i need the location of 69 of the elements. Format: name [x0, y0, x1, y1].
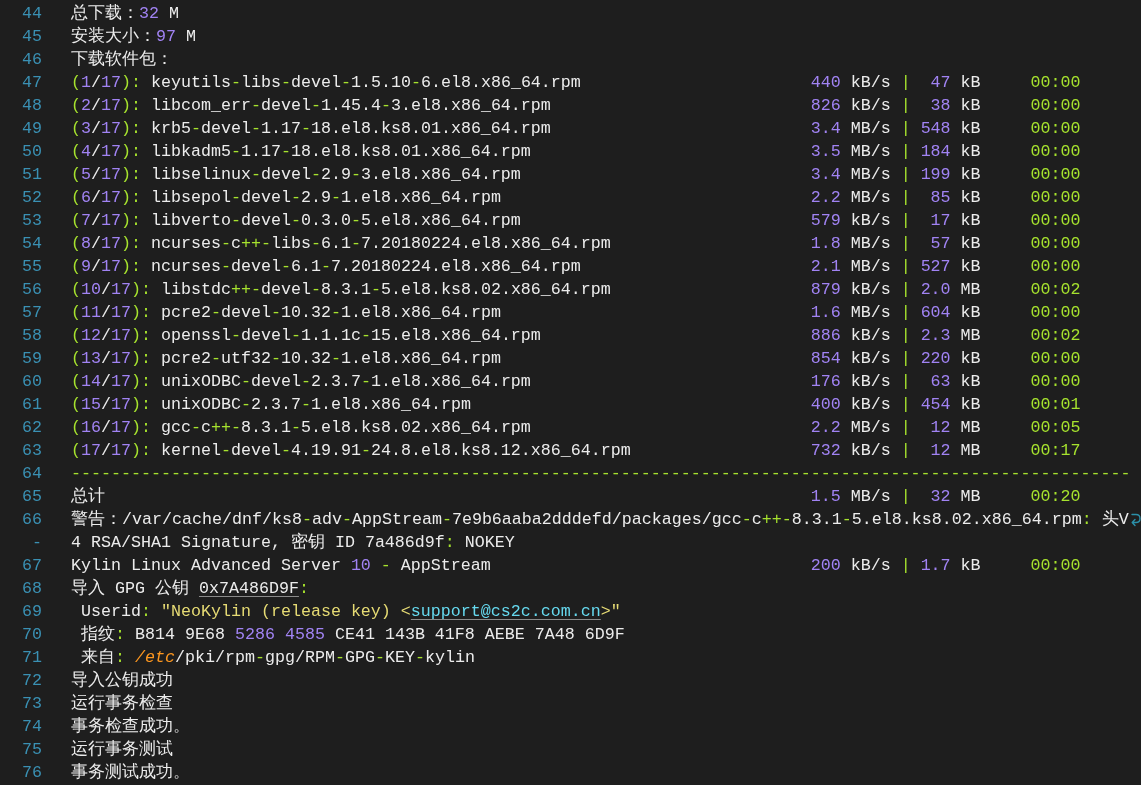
line-number: 52: [22, 187, 42, 209]
code-line: (10/17): libstdc++-devel-8.3.1-5.el8.ks8.02.x86_64.rpm 879 kB/s | 2.0 MB 00:02: [71, 279, 1081, 301]
code-line: (4/17): libkadm5-1.17-18.el8.ks8.01.x86_64.rpm 3.5 MB/s | 184 kB 00:00: [71, 141, 1081, 163]
line-number: 65: [22, 486, 42, 508]
code-line: (1/17): keyutils-libs-devel-1.5.10-6.el8.x86_64.rpm 440 kB/s | 47 kB 00:00: [71, 72, 1081, 94]
code-line: (5/17): libselinux-devel-2.9-3.el8.x86_64.rpm 3.4 MB/s | 199 kB 00:00: [71, 164, 1081, 186]
code-line: 4 RSA/SHA1 Signature, 密钥 ID 7a486d9f: NOKEY: [71, 531, 515, 554]
line-number: 66: [22, 509, 42, 531]
line-number: 44: [22, 3, 42, 25]
line-number: 48: [22, 95, 42, 117]
line-number: 72: [22, 670, 42, 692]
code-line: (6/17): libsepol-devel-2.9-1.el8.x86_64.rpm 2.2 MB/s | 85 kB 00:00: [71, 187, 1081, 209]
code-line: 指纹: B814 9E68 5286 4585 CE41 143B 41F8 AEBE 7A48 6D9F: [80, 624, 625, 646]
code-line: 运行事务测试: [71, 739, 173, 761]
line-number: 71: [22, 647, 42, 669]
line-number: 68: [22, 578, 42, 600]
line-number: 74: [22, 716, 42, 738]
code-line: 运行事务检查: [71, 693, 173, 715]
line-number: 67: [22, 555, 42, 577]
code-line: (11/17): pcre2-devel-10.32-1.el8.x86_64.rpm 1.6 MB/s | 604 kB 00:00: [71, 302, 1081, 324]
line-number: 60: [22, 371, 42, 393]
line-number: 50: [22, 141, 42, 163]
line-number: 54: [22, 233, 42, 255]
code-line: 安装大小：97 M: [71, 25, 196, 48]
code-line: 警告：/var/cache/dnf/ks8-adv-AppStream-7e9b6aaba2dddefd/packages/gcc-c++-8.3.1-5.el8.ks8.02.x86_64.rpm: 头V: [71, 509, 1129, 531]
code-line: (17/17): kernel-devel-4.19.91-24.8.el8.ks8.12.x86_64.rpm 732 kB/s | 12 MB 00:17: [71, 440, 1081, 462]
line-number: 75: [22, 739, 42, 761]
line-number: 45: [22, 26, 42, 48]
code-line: (13/17): pcre2-utf32-10.32-1.el8.x86_64.rpm 854 kB/s | 220 kB 00:00: [71, 348, 1081, 370]
code-line: ----------------------------------------------------------------------------------------------------------: [71, 463, 1131, 485]
line-number: 56: [22, 279, 42, 301]
line-number: 55: [22, 256, 42, 278]
code-line: 总下载：32 M: [71, 3, 179, 25]
code-line: (15/17): unixODBC-2.3.7-1.el8.x86_64.rpm 400 kB/s | 454 kB 00:01: [71, 394, 1081, 416]
line-number: 59: [22, 348, 42, 370]
code-line: (9/17): ncurses-devel-6.1-7.20180224.el8.x86_64.rpm 2.1 MB/s | 527 kB 00:00: [71, 256, 1081, 278]
code-line: 事务测试成功。: [71, 762, 190, 784]
code-line: (14/17): unixODBC-devel-2.3.7-1.el8.x86_64.rpm 176 kB/s | 63 kB 00:00: [71, 371, 1081, 393]
line-number: 70: [22, 624, 42, 646]
code-line: (3/17): krb5-devel-1.17-18.el8.ks8.01.x86_64.rpm 3.4 MB/s | 548 kB 00:00: [71, 118, 1081, 140]
code-line: Kylin Linux Advanced Server 10 - AppStream 200 kB/s | 1.7 kB 00:00: [71, 555, 1081, 577]
line-number: 64: [22, 463, 42, 485]
line-number: 73: [22, 693, 42, 715]
line-number: 63: [22, 440, 42, 462]
code-line: 事务检查成功。: [71, 716, 190, 738]
line-number: 49: [22, 118, 42, 140]
line-number: 53: [22, 210, 42, 232]
code-line: (16/17): gcc-c++-8.3.1-5.el8.ks8.02.x86_64.rpm 2.2 MB/s | 12 MB 00:05: [71, 417, 1081, 439]
code-line: (7/17): libverto-devel-0.3.0-5.el8.x86_64.rpm 579 kB/s | 17 kB 00:00: [71, 210, 1081, 232]
code-line: (12/17): openssl-devel-1.1.1c-15.el8.x86_64.rpm 886 kB/s | 2.3 MB 00:02: [71, 325, 1081, 347]
code-line: 来自: /etc/pki/rpm-gpg/RPM-GPG-KEY-kylin: [80, 647, 475, 669]
line-number: 47: [22, 72, 42, 94]
code-line: (2/17): libcom_err-devel-1.45.4-3.el8.x86_64.rpm 826 kB/s | 38 kB 00:00: [71, 95, 1081, 117]
code-line: Userid: "NeoKylin (release key) <support@cs2c.com.cn>": [80, 601, 621, 623]
code-line: 导入公钥成功: [71, 670, 173, 692]
line-number: 58: [22, 325, 42, 347]
line-number: 76: [22, 762, 42, 784]
code-line: 导入 GPG 公钥 0x7A486D9F:: [71, 578, 309, 600]
line-number: 46: [22, 49, 42, 71]
line-number: 51: [22, 164, 42, 186]
line-number: 62: [22, 417, 42, 439]
email-link[interactable]: support@cs2c.com.cn: [410, 602, 601, 621]
code-line: 总计 1.5 MB/s | 32 MB 00:20: [71, 486, 1081, 508]
code-line: 下载软件包：: [71, 49, 173, 71]
line-number: 61: [22, 394, 42, 416]
line-number: 69: [22, 601, 42, 623]
code-line: (8/17): ncurses-c++-libs-6.1-7.20180224.el8.x86_64.rpm 1.8 MB/s | 57 kB 00:00: [71, 233, 1081, 255]
line-number: -: [32, 532, 42, 554]
line-number: 57: [22, 302, 42, 324]
